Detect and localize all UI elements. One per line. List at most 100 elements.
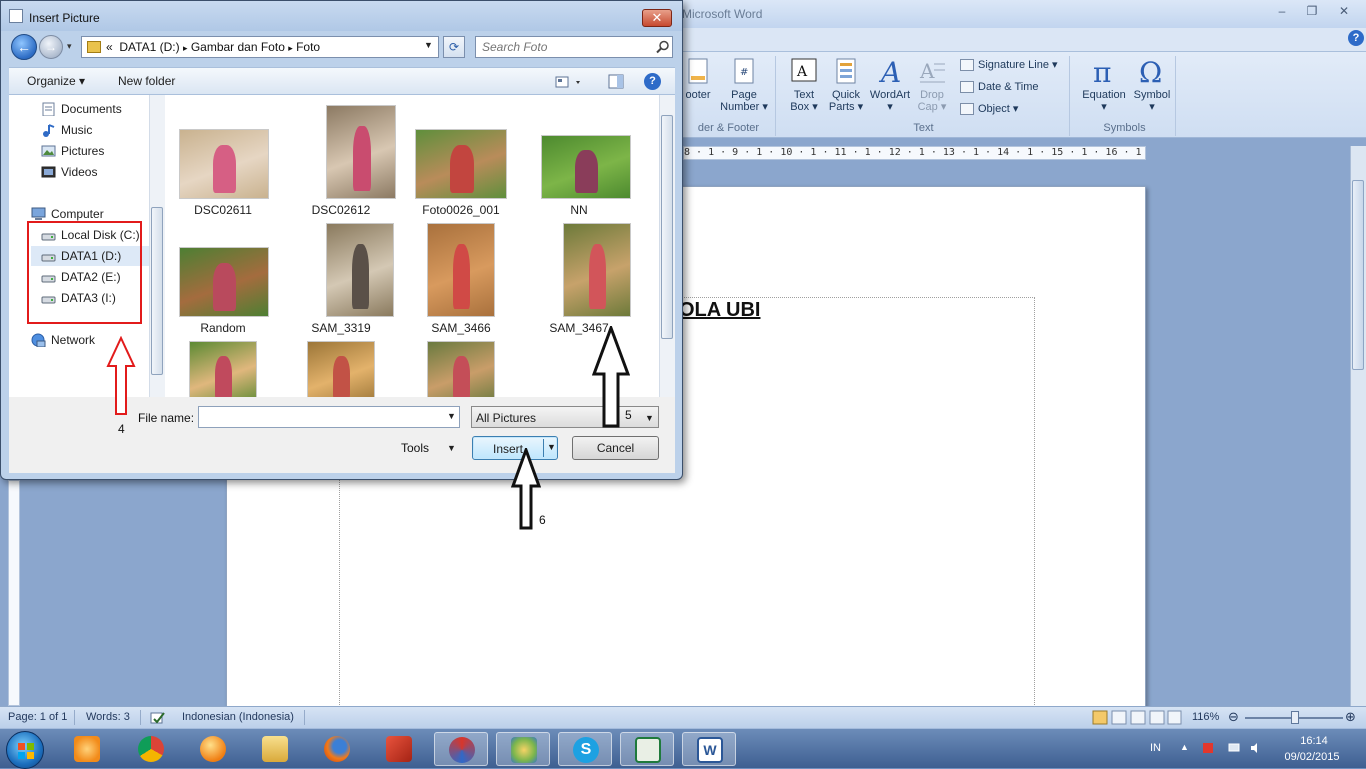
proofing-icon[interactable]	[150, 711, 166, 725]
search-icon[interactable]	[656, 40, 670, 54]
status-separator	[140, 710, 141, 725]
dialog-titlebar[interactable]: Insert Picture ✕	[1, 1, 682, 31]
taskbar-firefox[interactable]	[310, 732, 364, 766]
navigation-scrollbar-thumb[interactable]	[151, 207, 163, 375]
ribbon-group-symbols: π Equation ▾ Ω Symbol ▾ Symbols	[1074, 56, 1176, 136]
zoom-in-icon[interactable]: ⊕	[1345, 709, 1356, 725]
recent-locations-icon[interactable]: ▾	[67, 41, 77, 51]
dialog-close-button[interactable]: ✕	[642, 9, 672, 27]
taskbar-explorer[interactable]	[248, 732, 302, 766]
page-count[interactable]: Page: 1 of 1	[8, 711, 67, 723]
text-box-button[interactable]: A Text Box ▾	[782, 56, 826, 113]
file-list-scrollbar-thumb[interactable]	[661, 115, 673, 339]
drop-cap-button[interactable]: A Drop Cap ▾	[914, 56, 950, 113]
firefox-icon	[324, 736, 350, 762]
breadcrumb-item[interactable]: DATA1 (D:)	[119, 40, 179, 54]
photo-subject	[575, 149, 599, 194]
taskbar-book-app[interactable]	[372, 732, 426, 766]
annotation-step-6: 6	[539, 513, 546, 527]
minimize-icon[interactable]: –	[1272, 4, 1292, 20]
breadcrumb: « DATA1 (D:) ▸ Gambar dan Foto ▸ Foto	[106, 40, 320, 54]
taskbar-media-player[interactable]	[60, 732, 114, 766]
file-name-input[interactable]	[198, 406, 460, 428]
horizontal-ruler[interactable]: 8 · 1 · 9 · 1 · 10 · 1 · 11 · 1 · 12 · 1…	[683, 146, 1146, 160]
back-button[interactable]: ←	[11, 34, 37, 60]
help-icon[interactable]: ?	[644, 73, 661, 90]
svg-text:π: π	[1093, 56, 1111, 86]
photo-thumbnail	[541, 135, 631, 199]
drop-cap-label-1: Drop	[920, 89, 944, 101]
word-title: Microsoft Word	[682, 7, 763, 21]
cancel-button[interactable]: Cancel	[572, 436, 659, 460]
equation-label: Equation	[1082, 89, 1126, 101]
address-bar[interactable]: « DATA1 (D:) ▸ Gambar dan Foto ▸ Foto ▼	[81, 36, 439, 58]
word-count[interactable]: Words: 3	[86, 711, 130, 723]
photo-thumbnail	[326, 105, 396, 199]
new-folder-button[interactable]: New folder	[118, 74, 175, 88]
signature-line-button[interactable]: Signature Line ▾	[960, 56, 1058, 74]
equation-button[interactable]: π Equation ▾	[1076, 56, 1132, 113]
tray-expand-icon[interactable]: ▲	[1180, 742, 1189, 752]
organize-button[interactable]: Organize ▾	[27, 74, 85, 88]
change-view-icon[interactable]	[555, 75, 585, 89]
view-buttons[interactable]	[1092, 710, 1182, 725]
calendar-icon	[960, 81, 974, 94]
vertical-ruler[interactable]	[8, 480, 20, 706]
taskbar-orange-app[interactable]	[186, 732, 240, 766]
quick-parts-button[interactable]: Quick Parts ▾	[826, 56, 866, 113]
tray-network-icon[interactable]	[1228, 742, 1240, 754]
refresh-button[interactable]: ⟳	[443, 36, 465, 58]
taskbar-word[interactable]: W	[682, 732, 736, 766]
file-name-dropdown-icon[interactable]: ▼	[447, 411, 456, 421]
tray-language[interactable]: IN	[1150, 742, 1161, 754]
breadcrumb-separator[interactable]: ▸	[288, 43, 293, 53]
help-icon[interactable]: ?	[1348, 30, 1364, 46]
date-time-button[interactable]: Date & Time	[960, 78, 1039, 96]
maximize-icon[interactable]: ❐	[1302, 4, 1322, 20]
language-status[interactable]: Indonesian (Indonesia)	[182, 711, 294, 723]
omega-icon: Ω	[1139, 56, 1162, 86]
document-scrollbar-thumb[interactable]	[1352, 180, 1364, 370]
annotation-step-5: 5	[625, 408, 632, 422]
taskbar-skype[interactable]: S	[558, 732, 612, 766]
symbol-button[interactable]: Ω Symbol ▾	[1130, 56, 1174, 113]
page-number-button[interactable]: # Page Number ▾	[718, 56, 770, 113]
search-box[interactable]	[475, 36, 673, 58]
object-label: Object	[978, 103, 1010, 115]
address-dropdown-icon[interactable]: ▼	[424, 40, 433, 50]
tools-button[interactable]: Tools	[401, 441, 429, 455]
wordart-button[interactable]: A WordArt ▾	[866, 56, 914, 113]
split-divider	[543, 439, 544, 457]
nav-item-network[interactable]: Network	[21, 330, 161, 350]
zoom-out-icon[interactable]: ⊖	[1228, 709, 1239, 725]
breadcrumb-overflow[interactable]: «	[106, 40, 113, 54]
footer-button[interactable]: ooter	[682, 56, 714, 101]
taskbar-chrome[interactable]	[124, 732, 178, 766]
zoom-slider-thumb[interactable]	[1291, 711, 1299, 724]
taskbar-swirl-app[interactable]	[434, 732, 488, 766]
zoom-level[interactable]: 116%	[1192, 711, 1219, 723]
clock-time[interactable]: 16:14	[1284, 735, 1344, 747]
tools-dropdown-icon[interactable]: ▼	[447, 443, 456, 453]
breadcrumb-item[interactable]: Foto	[296, 40, 320, 54]
pi-icon: π	[1093, 56, 1111, 86]
close-icon[interactable]: ✕	[1334, 4, 1354, 20]
breadcrumb-separator[interactable]: ▸	[183, 43, 188, 53]
start-button[interactable]	[6, 731, 44, 769]
photo-thumbnail	[563, 223, 631, 317]
insert-options-dropdown[interactable]: ▼	[547, 442, 556, 452]
preview-pane-icon[interactable]	[608, 74, 624, 89]
tray-action-center-icon[interactable]	[1202, 742, 1214, 754]
clock-date[interactable]: 09/02/2015	[1280, 751, 1344, 763]
breadcrumb-item[interactable]: Gambar dan Foto	[191, 40, 285, 54]
status-separator	[304, 710, 305, 725]
taskbar-paint[interactable]	[496, 732, 550, 766]
tray-volume-icon[interactable]	[1250, 742, 1262, 754]
object-button[interactable]: Object ▾	[960, 100, 1018, 118]
object-icon	[960, 103, 974, 116]
taskbar-excel[interactable]	[620, 732, 674, 766]
search-input[interactable]	[480, 39, 650, 55]
forward-button[interactable]: →	[39, 35, 63, 59]
quick-parts-icon	[836, 58, 856, 84]
document-heading[interactable]: OLA UBI	[679, 299, 760, 322]
